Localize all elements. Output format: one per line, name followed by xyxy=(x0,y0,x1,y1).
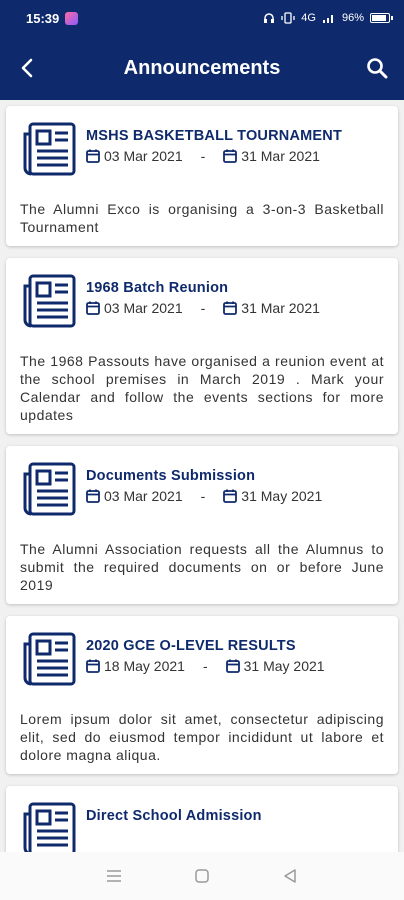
calendar-icon xyxy=(86,489,100,503)
calendar-icon xyxy=(86,659,100,673)
calendar-icon xyxy=(225,659,240,673)
start-date: 03 Mar 2021 xyxy=(104,148,183,164)
announcement-description: The Alumni Exco is organising a 3-on-3 B… xyxy=(20,201,384,235)
end-date: 31 May 2021 xyxy=(243,658,325,674)
announcement-description: The Alumni Association requests all the … xyxy=(20,541,384,593)
date-separator: - xyxy=(200,488,206,504)
date-range: 18 May 2021 - 31 May 2021 xyxy=(86,658,388,674)
announcement-title: 2020 GCE O-LEVEL RESULTS xyxy=(86,638,296,654)
announcement-list[interactable]: MSHS BASKETBALL TOURNAMENT 03 Mar 2021 -… xyxy=(0,100,404,852)
card-heading: Direct School Admission xyxy=(86,800,388,842)
page-title: Announcements xyxy=(123,56,281,79)
card-header: Direct School Admission xyxy=(16,800,388,852)
card-header: 1968 Batch Reunion 03 Mar 2021 - 31 Mar … xyxy=(16,272,388,330)
calendar-icon xyxy=(223,489,238,503)
newspaper-icon xyxy=(23,274,76,328)
back-button[interactable] xyxy=(0,36,54,100)
date-range xyxy=(86,828,388,842)
announcement-description: Lorem ipsum dolor sit amet, consectetur … xyxy=(20,711,384,763)
date-separator: - xyxy=(200,148,206,164)
date-separator: - xyxy=(202,658,208,674)
date-range: 03 Mar 2021 - 31 May 2021 xyxy=(86,488,388,504)
end-date: 31 Mar 2021 xyxy=(241,148,320,164)
announcement-title: MSHS BASKETBALL TOURNAMENT xyxy=(86,128,342,144)
card-header: Documents Submission 03 Mar 2021 - 31 Ma… xyxy=(16,460,388,518)
status-time: 15:39 xyxy=(26,10,60,26)
announcement-card[interactable]: MSHS BASKETBALL TOURNAMENT 03 Mar 2021 -… xyxy=(6,106,398,246)
back-arrow-icon xyxy=(21,58,33,78)
card-heading: 2020 GCE O-LEVEL RESULTS 18 May 2021 - 3… xyxy=(86,630,388,674)
newspaper-icon xyxy=(23,462,76,516)
battery-label: 96% xyxy=(341,12,364,24)
card-heading: MSHS BASKETBALL TOURNAMENT 03 Mar 2021 -… xyxy=(86,120,388,164)
start-date: 18 May 2021 xyxy=(104,658,185,674)
newspaper-icon xyxy=(23,802,76,852)
back-icon xyxy=(284,869,296,883)
date-range: 03 Mar 2021 - 31 Mar 2021 xyxy=(86,300,388,316)
system-back-button[interactable] xyxy=(275,861,305,891)
calendar-icon xyxy=(223,149,238,163)
card-heading: 1968 Batch Reunion 03 Mar 2021 - 31 Mar … xyxy=(86,272,388,316)
card-header: 2020 GCE O-LEVEL RESULTS 18 May 2021 - 3… xyxy=(16,630,388,688)
calendar-icon xyxy=(86,149,100,163)
system-nav-bar xyxy=(0,852,404,900)
search-button[interactable] xyxy=(350,36,404,100)
newspaper-icon xyxy=(23,122,76,176)
announcement-card[interactable]: 2020 GCE O-LEVEL RESULTS 18 May 2021 - 3… xyxy=(6,616,398,774)
announcement-title: 1968 Batch Reunion xyxy=(86,280,229,296)
app-bar: Announcements xyxy=(0,36,404,100)
home-icon xyxy=(195,869,209,883)
announcement-title: Documents Submission xyxy=(86,468,256,484)
calendar-icon xyxy=(86,301,100,315)
start-date: 03 Mar 2021 xyxy=(104,488,183,504)
announcement-card[interactable]: Direct School Admission xyxy=(6,786,398,852)
recent-apps-button[interactable] xyxy=(99,861,129,891)
card-header: MSHS BASKETBALL TOURNAMENT 03 Mar 2021 -… xyxy=(16,120,388,178)
app-notification-icon xyxy=(65,11,79,25)
battery-level xyxy=(372,15,387,21)
network-label: 4G xyxy=(301,12,316,24)
headset-icon xyxy=(264,13,275,23)
announcement-card[interactable]: Documents Submission 03 Mar 2021 - 31 Ma… xyxy=(6,446,398,604)
status-bar: 15:39 4G 96% xyxy=(0,0,404,36)
signal-icon xyxy=(322,15,333,23)
end-date: 31 May 2021 xyxy=(241,488,323,504)
vibrate-icon xyxy=(281,12,295,24)
announcement-description: The 1968 Passouts have organised a reuni… xyxy=(20,353,384,423)
calendar-icon xyxy=(223,301,238,315)
newspaper-icon xyxy=(23,632,76,686)
battery-icon xyxy=(370,13,393,23)
date-range: 03 Mar 2021 - 31 Mar 2021 xyxy=(86,148,388,164)
menu-icon xyxy=(107,870,121,882)
announcement-card[interactable]: 1968 Batch Reunion 03 Mar 2021 - 31 Mar … xyxy=(6,258,398,434)
end-date: 31 Mar 2021 xyxy=(241,300,320,316)
date-separator: - xyxy=(200,300,206,316)
start-date: 03 Mar 2021 xyxy=(104,300,183,316)
card-heading: Documents Submission 03 Mar 2021 - 31 Ma… xyxy=(86,460,388,504)
announcement-title: Direct School Admission xyxy=(86,808,262,824)
search-icon xyxy=(367,58,388,79)
status-indicators: 4G 96% xyxy=(263,12,393,24)
home-button[interactable] xyxy=(187,861,217,891)
